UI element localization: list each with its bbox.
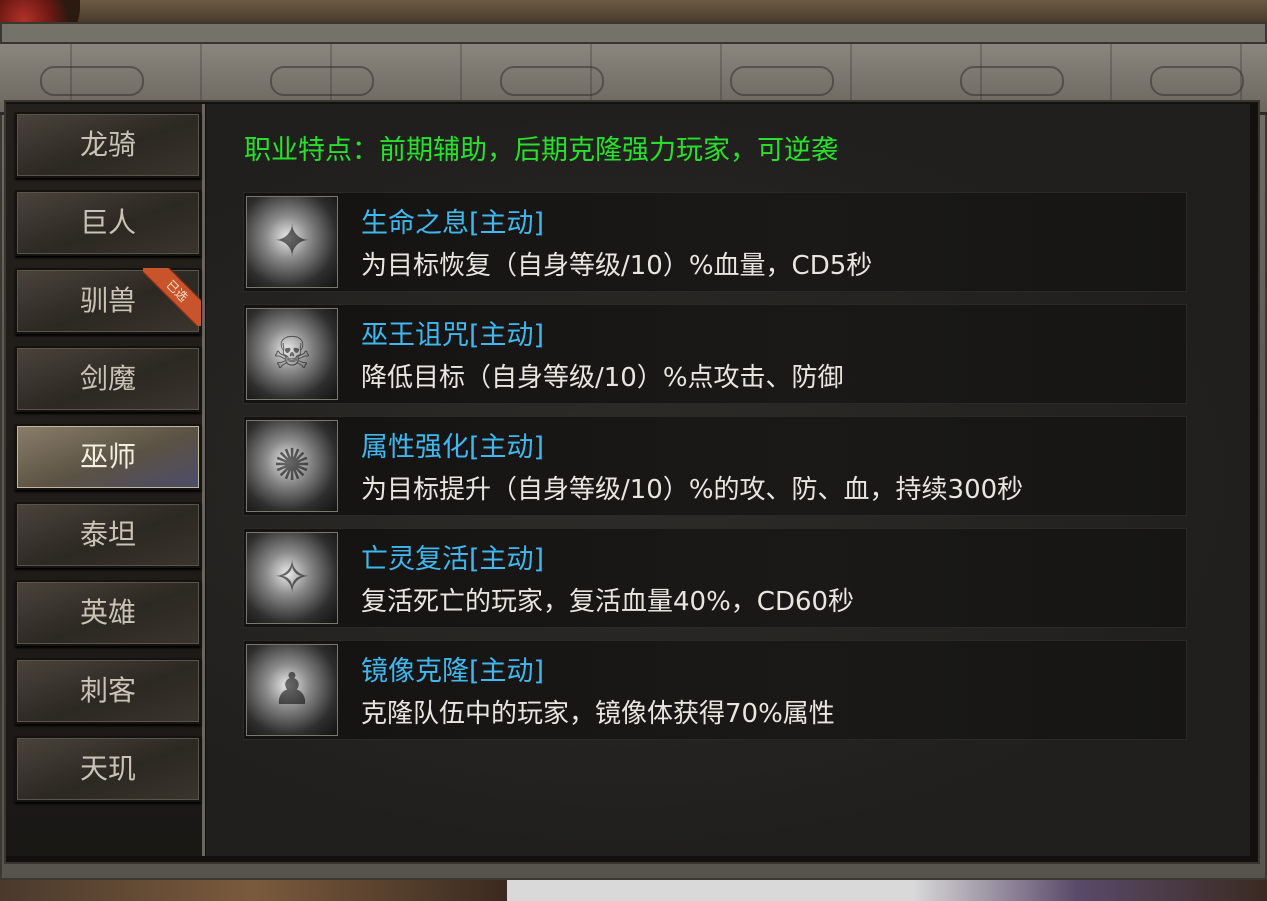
- skill-desc: 降低目标（自身等级/10）%点攻击、防御: [361, 363, 844, 393]
- tab-label: 泰坦: [79, 518, 136, 551]
- skill-desc: 复活死亡的玩家，复活血量40%，CD60秒: [361, 587, 855, 617]
- mirror-clone-icon: ♟: [246, 644, 338, 736]
- undead-revive-icon: ✧: [246, 532, 338, 624]
- tab-sword-demon[interactable]: 剑魔: [15, 346, 201, 412]
- skill-row[interactable]: ✺ 属性强化[主动] 为目标提升（自身等级/10）%的攻、防、血，持续300秒: [243, 416, 1187, 516]
- clone-glyph-icon: ♟: [272, 664, 312, 715]
- tab-assassin[interactable]: 刺客: [15, 658, 201, 724]
- selected-badge: 已选: [143, 268, 201, 326]
- skill-row[interactable]: ♟ 镜像克隆[主动] 克隆队伍中的玩家，镜像体获得70%属性: [243, 640, 1187, 740]
- figure-glyph-icon: ☠: [272, 328, 312, 379]
- class-feature-text: 职业特点：前期辅助，后期克隆强力玩家，可逆袭: [244, 135, 838, 166]
- class-sidebar: 龙骑 巨人 驯兽 已选 剑魔 巫师 泰坦 英雄 刺客 天玑: [6, 104, 205, 856]
- tab-hero[interactable]: 英雄: [15, 580, 201, 646]
- bottom-hud-strip: [0, 880, 1267, 901]
- skill-name: 亡灵复活[主动]: [361, 544, 545, 575]
- tab-label: 剑魔: [79, 362, 136, 395]
- skill-desc: 克隆队伍中的玩家，镜像体获得70%属性: [361, 699, 835, 729]
- tab-label: 龙骑: [79, 128, 136, 161]
- tab-label: 天玑: [79, 752, 136, 785]
- tab-label: 巫师: [79, 440, 136, 473]
- scroll-ornament-icon: [270, 66, 374, 96]
- top-hud-strip: [0, 0, 1267, 48]
- tab-wizard[interactable]: 巫师: [15, 424, 201, 490]
- tab-beast-tamer[interactable]: 驯兽 已选: [15, 268, 201, 334]
- skill-desc: 为目标提升（自身等级/10）%的攻、防、血，持续300秒: [361, 475, 1024, 505]
- tab-label: 英雄: [79, 596, 136, 629]
- tab-label: 驯兽: [79, 284, 136, 317]
- light-glyph-icon: ✺: [273, 440, 311, 491]
- skill-row[interactable]: ☠ 巫王诅咒[主动] 降低目标（自身等级/10）%点攻击、防御: [243, 304, 1187, 404]
- attribute-boost-icon: ✺: [246, 420, 338, 512]
- life-breath-icon: ✦: [246, 196, 338, 288]
- scroll-ornament-icon: [40, 66, 144, 96]
- scroll-ornament-icon: [960, 66, 1064, 96]
- scroll-ornament-icon: [730, 66, 834, 96]
- tab-titan[interactable]: 泰坦: [15, 502, 201, 568]
- tab-label: 刺客: [79, 674, 136, 707]
- skill-row[interactable]: ✧ 亡灵复活[主动] 复活死亡的玩家，复活血量40%，CD60秒: [243, 528, 1187, 628]
- skill-name: 生命之息[主动]: [361, 208, 545, 239]
- scroll-ornament-icon: [500, 66, 604, 96]
- tab-label: 巨人: [79, 206, 136, 239]
- tab-tianji[interactable]: 天玑: [15, 736, 201, 802]
- tab-dragon-knight[interactable]: 龙骑: [15, 112, 201, 178]
- witch-king-curse-icon: ☠: [246, 308, 338, 400]
- swirl-glyph-icon: ✦: [273, 216, 311, 267]
- beam-glyph-icon: ✧: [273, 552, 311, 603]
- scroll-ornament-icon: [1150, 66, 1244, 96]
- tab-giant[interactable]: 巨人: [15, 190, 201, 256]
- skill-name: 属性强化[主动]: [361, 432, 545, 463]
- skill-name: 镜像克隆[主动]: [361, 656, 545, 687]
- skill-name: 巫王诅咒[主动]: [361, 320, 545, 351]
- skill-desc: 为目标恢复（自身等级/10）%血量，CD5秒: [361, 251, 873, 281]
- skill-row[interactable]: ✦ 生命之息[主动] 为目标恢复（自身等级/10）%血量，CD5秒: [243, 192, 1187, 292]
- selected-ribbon: 已选: [143, 268, 201, 326]
